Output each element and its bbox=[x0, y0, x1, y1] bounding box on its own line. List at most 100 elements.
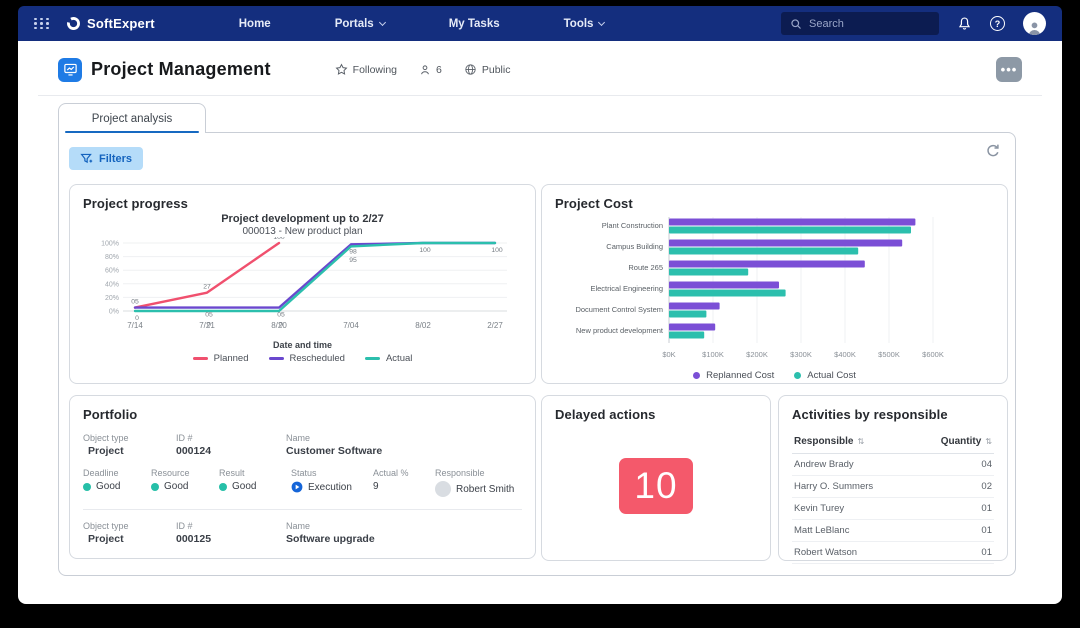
column-header-quantity[interactable]: Quantity⇅ bbox=[941, 436, 992, 447]
svg-text:05: 05 bbox=[131, 299, 139, 306]
header-divider bbox=[38, 95, 1042, 96]
svg-text:Route 265: Route 265 bbox=[628, 263, 663, 272]
svg-text:60%: 60% bbox=[105, 268, 119, 275]
svg-text:7/04: 7/04 bbox=[343, 321, 359, 330]
legend-label: Replanned Cost bbox=[706, 370, 774, 381]
notifications-bell-icon[interactable] bbox=[957, 16, 972, 31]
nav-item-tools[interactable]: Tools bbox=[532, 18, 637, 30]
nav-item-label: Home bbox=[239, 18, 271, 30]
help-icon[interactable]: ? bbox=[990, 16, 1005, 31]
svg-text:05: 05 bbox=[205, 312, 213, 319]
field-label: Result bbox=[219, 468, 291, 478]
quantity-cell: 04 bbox=[981, 459, 992, 470]
svg-text:7/14: 7/14 bbox=[127, 321, 143, 330]
project-progress-line-chart: 0%20%40%60%80%100%7/147/218/207/048/022/… bbox=[83, 237, 523, 337]
legend-label: Planned bbox=[214, 353, 249, 364]
nav-item-label: My Tasks bbox=[449, 18, 500, 30]
portfolio-divider bbox=[83, 509, 522, 510]
panel-activities-by-responsible: Activities by responsible Responsible⇅ Q… bbox=[778, 395, 1008, 561]
delayed-actions-count: 10 bbox=[634, 465, 677, 507]
column-header-responsible[interactable]: Responsible⇅ bbox=[794, 436, 864, 447]
panel-title: Delayed actions bbox=[555, 407, 757, 422]
panel-title: Project progress bbox=[83, 196, 522, 211]
following-label: Following bbox=[353, 64, 397, 76]
svg-text:0: 0 bbox=[135, 315, 139, 322]
chevron-down-icon bbox=[379, 18, 386, 25]
following-button[interactable]: Following bbox=[335, 63, 397, 76]
nav-item-portals[interactable]: Portals bbox=[303, 18, 417, 30]
chevron-down-icon bbox=[598, 18, 605, 25]
legend-label: Actual Cost bbox=[807, 370, 856, 381]
app-grid-icon[interactable] bbox=[34, 18, 50, 30]
field-label: Deadline bbox=[83, 468, 151, 478]
svg-text:100: 100 bbox=[273, 237, 285, 241]
svg-text:0: 0 bbox=[279, 322, 283, 329]
svg-text:New product development: New product development bbox=[576, 326, 664, 335]
legend-label: Actual bbox=[386, 353, 412, 364]
svg-text:$600K: $600K bbox=[922, 350, 944, 359]
nav-item-label: Portals bbox=[335, 18, 374, 30]
panel-title: Activities by responsible bbox=[792, 407, 994, 422]
nav-right-cluster: ? bbox=[781, 12, 1046, 35]
members-count: 6 bbox=[436, 64, 442, 76]
delayed-actions-count-tile[interactable]: 10 bbox=[619, 458, 693, 514]
svg-text:Campus Building: Campus Building bbox=[606, 242, 663, 251]
project-id-value: 000124 bbox=[176, 445, 286, 457]
field-label: ID # bbox=[176, 433, 286, 443]
table-row: Kevin Turey01 bbox=[792, 498, 994, 520]
status-good-dot bbox=[151, 483, 159, 491]
field-label: ID # bbox=[176, 521, 286, 531]
project-id-value: 000125 bbox=[176, 533, 286, 545]
activities-table: Responsible⇅ Quantity⇅ Andrew Brady04Har… bbox=[792, 432, 994, 564]
page-content: Project Management Following 6 bbox=[18, 41, 1062, 604]
execution-play-icon bbox=[291, 481, 303, 493]
table-row: Matt LeBlanc 01 bbox=[792, 520, 994, 542]
visibility-label: Public bbox=[482, 64, 511, 76]
x-axis-title: Date and time bbox=[83, 340, 522, 350]
responsible-cell: Andrew Brady bbox=[794, 459, 854, 470]
sort-icon: ⇅ bbox=[857, 437, 864, 446]
quantity-cell: 01 bbox=[981, 525, 992, 536]
user-avatar[interactable] bbox=[1023, 12, 1046, 35]
resource-value: Good bbox=[164, 481, 188, 492]
globe-icon bbox=[464, 63, 477, 76]
refresh-button[interactable] bbox=[985, 143, 1001, 164]
svg-text:0%: 0% bbox=[109, 309, 119, 316]
legend-swatch bbox=[693, 372, 700, 379]
svg-text:2/27: 2/27 bbox=[487, 321, 503, 330]
members-button[interactable]: 6 bbox=[419, 64, 442, 76]
brand-logo[interactable]: SoftExpert bbox=[66, 16, 155, 31]
person-icon bbox=[419, 64, 431, 76]
field-label: Status bbox=[291, 468, 373, 478]
search-input[interactable] bbox=[809, 18, 919, 30]
svg-text:100: 100 bbox=[491, 247, 503, 254]
more-options-button[interactable]: ••• bbox=[996, 57, 1022, 82]
responsible-cell: Matt LeBlanc bbox=[794, 525, 849, 536]
chart-title: Project development up to 2/27 bbox=[83, 213, 522, 225]
svg-text:Electrical Engineering: Electrical Engineering bbox=[590, 284, 663, 293]
svg-text:05: 05 bbox=[277, 312, 285, 319]
page-title: Project Management bbox=[91, 59, 271, 80]
legend-item: Replanned Cost bbox=[693, 370, 774, 381]
result-value: Good bbox=[232, 481, 256, 492]
svg-text:100: 100 bbox=[419, 247, 431, 254]
panel-delayed-actions: Delayed actions 10 bbox=[541, 395, 771, 561]
refresh-icon bbox=[985, 143, 1001, 159]
panel-title: Portfolio bbox=[83, 407, 522, 422]
svg-text:0: 0 bbox=[207, 322, 211, 329]
tab-project-analysis[interactable]: Project analysis bbox=[58, 103, 206, 133]
visibility-indicator: Public bbox=[464, 63, 511, 76]
panel-title: Project Cost bbox=[555, 196, 994, 211]
nav-item-home[interactable]: Home bbox=[207, 18, 303, 30]
filters-button[interactable]: Filters bbox=[69, 147, 143, 170]
svg-text:$100K: $100K bbox=[702, 350, 724, 359]
quantity-cell: 01 bbox=[981, 547, 992, 558]
search-box[interactable] bbox=[781, 12, 939, 35]
legend-swatch bbox=[193, 357, 208, 360]
activities-table-body: Andrew Brady04Harry O. Summers02Kevin Tu… bbox=[792, 454, 994, 564]
cost-chart-legend: Replanned Cost Actual Cost bbox=[555, 370, 994, 381]
chart-heading: Project development up to 2/27 000013 - … bbox=[83, 213, 522, 237]
column-label: Quantity bbox=[941, 436, 982, 447]
nav-item-my-tasks[interactable]: My Tasks bbox=[417, 18, 532, 30]
field-label: Actual % bbox=[373, 468, 435, 478]
